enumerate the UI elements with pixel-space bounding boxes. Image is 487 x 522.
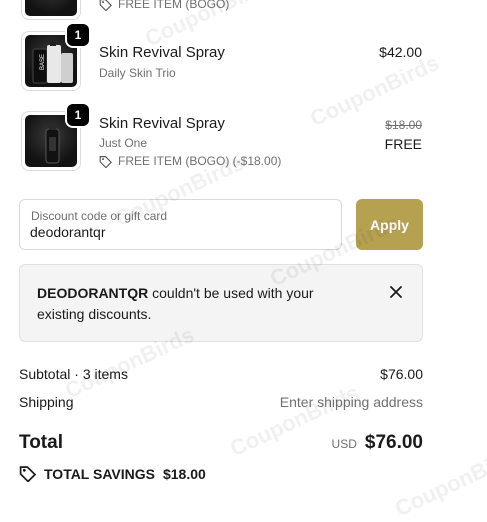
alert-code: DEODORANTQR	[37, 285, 149, 301]
discount-code-input[interactable]	[30, 224, 325, 240]
product-price: FREE	[384, 136, 422, 152]
free-item-line: FREE ITEM (BOGO) (-$18.00)	[99, 154, 281, 168]
shipping-value: Enter shipping address	[279, 394, 423, 410]
tag-icon	[99, 155, 112, 168]
discount-field[interactable]: Discount code or gift card	[19, 199, 342, 250]
total-value: $76.00	[364, 432, 423, 453]
original-price: $18.00	[385, 118, 422, 132]
quantity-badge: 1	[67, 104, 89, 126]
total-savings: TOTAL SAVINGS $18.00	[19, 465, 206, 482]
total-label: Total	[19, 432, 63, 453]
total-row-value: USD $76.00	[332, 432, 423, 454]
free-item-line: FREE ITEM (BOGO)	[99, 0, 229, 11]
free-item-label: FREE ITEM (BOGO) (-$18.00)	[118, 154, 282, 168]
product-price: $42.00	[379, 44, 422, 60]
product-thumbnail: BASE 1	[21, 24, 89, 91]
free-item-label: FREE ITEM (BOGO)	[118, 0, 230, 11]
savings-value: $18.00	[162, 465, 206, 482]
product-variant: Just One	[99, 136, 148, 150]
cart-item: 1 Skin Revival Spray Just One FREE ITEM …	[0, 104, 487, 175]
product-name: Skin Revival Spray	[99, 44, 225, 61]
close-icon[interactable]	[388, 284, 404, 300]
product-variant: Daily Skin Trio	[99, 66, 176, 80]
alert-message: DEODORANTQR couldn't be used with your e…	[37, 283, 337, 325]
subtotal-label: Subtotal · 3 items	[19, 366, 128, 382]
apply-button[interactable]: Apply	[356, 199, 423, 250]
tag-icon	[19, 466, 36, 482]
product-thumbnail	[21, 0, 81, 20]
quantity-badge: 1	[67, 24, 89, 46]
svg-text:BASE: BASE	[40, 54, 46, 70]
savings-label: TOTAL SAVINGS	[44, 465, 155, 482]
discount-field-label: Discount code or gift card	[31, 209, 168, 223]
shipping-label: Shipping	[19, 394, 74, 410]
subtotal-value: $76.00	[380, 366, 423, 382]
discount-error-alert: DEODORANTQR couldn't be used with your e…	[19, 264, 423, 342]
product-name: Skin Revival Spray	[99, 115, 225, 132]
currency-code: USD	[331, 437, 357, 451]
product-thumbnail: 1	[21, 104, 89, 171]
cart-item: BASE 1 Skin Revival Spray Daily Skin Tri…	[0, 24, 487, 95]
cart-item: FREE ITEM (BOGO)	[0, 0, 487, 20]
tag-icon	[99, 0, 112, 11]
